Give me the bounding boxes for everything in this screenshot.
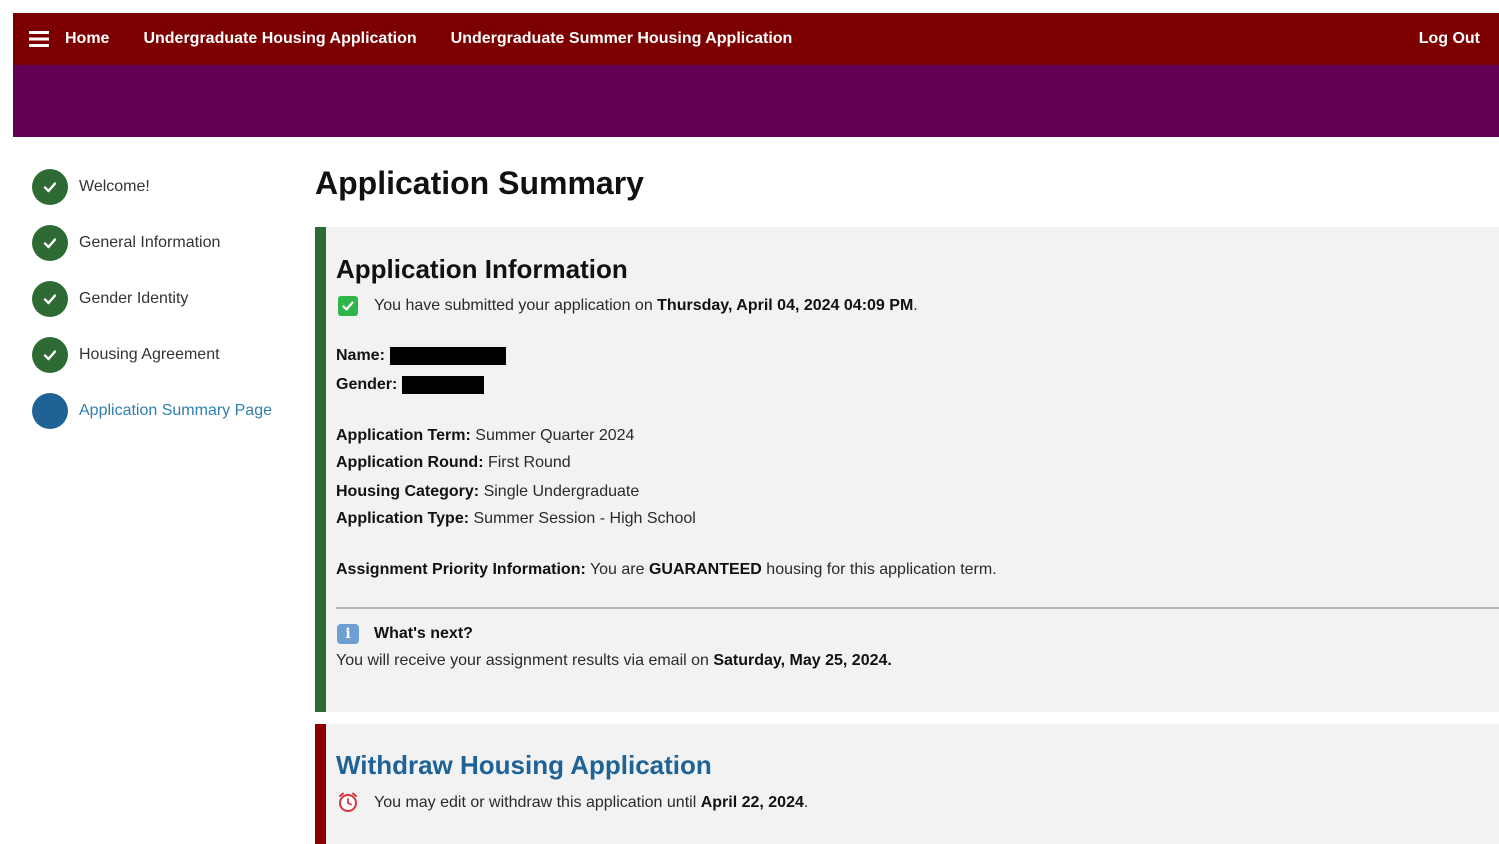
- step-application-summary[interactable]: Application Summary Page: [32, 392, 292, 430]
- divider: [336, 607, 1499, 609]
- withdraw-application-card: Withdraw Housing Application You may edi…: [315, 724, 1499, 844]
- application-information-card: Application Information You have submitt…: [315, 227, 1499, 712]
- redacted-name: [389, 347, 506, 365]
- card-title: Application Information: [336, 254, 628, 284]
- header-banner: [13, 65, 1499, 137]
- page-title: Application Summary: [315, 165, 644, 201]
- nav-summer-application-link[interactable]: Undergraduate Summer Housing Application: [434, 30, 810, 48]
- checkmark-icon: [32, 225, 68, 261]
- application-type-value: Summer Session - High School: [469, 510, 696, 527]
- step-label: Housing Agreement: [79, 346, 220, 363]
- logout-link[interactable]: Log Out: [1402, 30, 1499, 48]
- checkmark-icon: [32, 281, 68, 317]
- whats-next-text: You will receive your assignment results…: [336, 652, 892, 669]
- submission-status: You have submitted your application on T…: [374, 297, 918, 314]
- checkmark-icon: [32, 169, 68, 205]
- step-label: Application Summary Page: [79, 402, 272, 419]
- application-term-row: Application Term: Summer Quarter 2024: [336, 427, 635, 444]
- guaranteed-text: GUARANTEED: [648, 561, 762, 578]
- application-round-value: First Round: [483, 454, 571, 471]
- gender-label: Gender:: [336, 376, 398, 394]
- results-date: Saturday, May 25, 2024.: [713, 652, 892, 669]
- check-box-icon: [338, 296, 358, 316]
- step-label: Gender Identity: [79, 290, 189, 307]
- withdraw-application-link[interactable]: Withdraw Housing Application: [336, 750, 712, 781]
- withdraw-deadline-date: April 22, 2024: [700, 794, 804, 811]
- submission-date: Thursday, April 04, 2024 04:09 PM: [657, 297, 914, 314]
- step-general-information[interactable]: General Information: [32, 224, 292, 262]
- withdraw-deadline-text: You may edit or withdraw this applicatio…: [374, 794, 809, 811]
- redacted-gender: [402, 376, 485, 394]
- step-label: General Information: [79, 234, 221, 251]
- housing-category-value: Single Undergraduate: [479, 483, 640, 500]
- application-type-row: Application Type: Summer Session - High …: [336, 510, 696, 527]
- menu-icon[interactable]: [13, 13, 65, 65]
- application-round-row: Application Round: First Round: [336, 454, 571, 471]
- name-label: Name:: [336, 347, 385, 365]
- name-row: Name:: [336, 347, 506, 365]
- step-housing-agreement[interactable]: Housing Agreement: [32, 336, 292, 374]
- nav-undergrad-application-link[interactable]: Undergraduate Housing Application: [126, 30, 433, 48]
- housing-category-row: Housing Category: Single Undergraduate: [336, 483, 640, 500]
- step-welcome[interactable]: Welcome!: [32, 168, 292, 206]
- application-term-value: Summer Quarter 2024: [470, 427, 635, 444]
- top-nav-bar: Home Undergraduate Housing Application U…: [13, 13, 1499, 65]
- info-icon: i: [337, 624, 359, 644]
- gender-row: Gender:: [336, 376, 485, 394]
- nav-home-link[interactable]: Home: [65, 30, 126, 48]
- step-gender-identity[interactable]: Gender Identity: [32, 280, 292, 318]
- step-label: Welcome!: [79, 178, 150, 195]
- current-step-indicator-icon: [32, 393, 68, 429]
- whats-next-heading: What's next?: [374, 625, 473, 642]
- progress-sidebar: Welcome! General Information Gender Iden…: [32, 168, 292, 448]
- alarm-clock-icon: [337, 791, 359, 813]
- assignment-priority-row: Assignment Priority Information: You are…: [336, 561, 997, 578]
- checkmark-icon: [32, 337, 68, 373]
